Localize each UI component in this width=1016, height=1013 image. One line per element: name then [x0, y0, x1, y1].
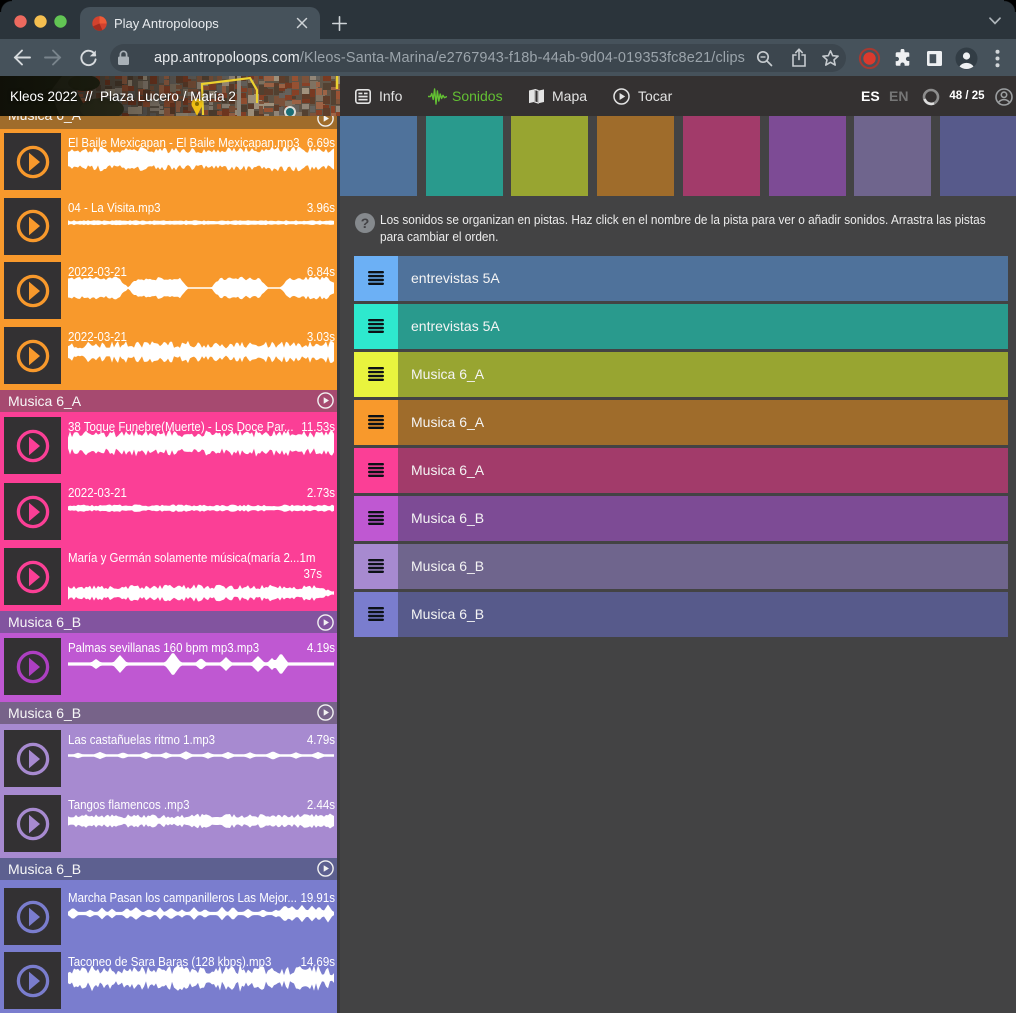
svg-text:?: ?	[361, 215, 370, 231]
